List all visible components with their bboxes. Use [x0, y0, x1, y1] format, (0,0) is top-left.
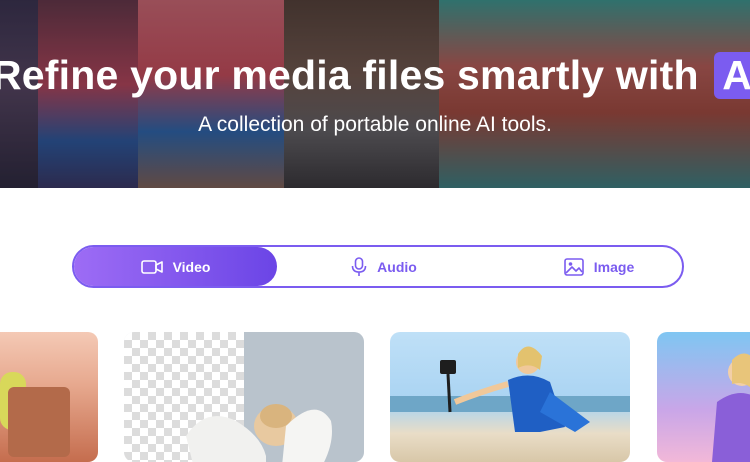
microphone-icon	[351, 256, 367, 277]
tool-card[interactable]	[124, 332, 364, 462]
hero-subtitle: A collection of portable online AI tools…	[198, 113, 552, 136]
tab-video[interactable]: Video	[74, 247, 277, 286]
card-image-person	[440, 346, 590, 432]
tab-image-label: Image	[593, 258, 635, 275]
tab-video-label: Video	[172, 258, 211, 275]
hero-title-text: Refine your media files smartly with	[0, 52, 699, 98]
tool-cards-row	[0, 332, 750, 462]
tool-card[interactable]	[0, 332, 98, 462]
image-icon	[563, 257, 584, 276]
card-image-person	[186, 404, 332, 462]
tab-audio[interactable]: Audio	[339, 247, 429, 286]
tool-card[interactable]	[390, 332, 630, 462]
tab-audio-label: Audio	[377, 258, 417, 275]
tool-card[interactable]	[657, 332, 750, 462]
hero-title: Refine your media files smartly with AI	[0, 52, 750, 99]
ai-badge: AI	[714, 52, 750, 99]
card-image-person	[712, 353, 750, 462]
hero-banner: Refine your media files smartly with AI …	[0, 0, 750, 188]
media-type-tabs: Video Audio Image	[72, 245, 684, 288]
video-icon	[140, 259, 163, 275]
card-image-detail	[8, 387, 70, 457]
tab-image[interactable]: Image	[539, 247, 659, 286]
